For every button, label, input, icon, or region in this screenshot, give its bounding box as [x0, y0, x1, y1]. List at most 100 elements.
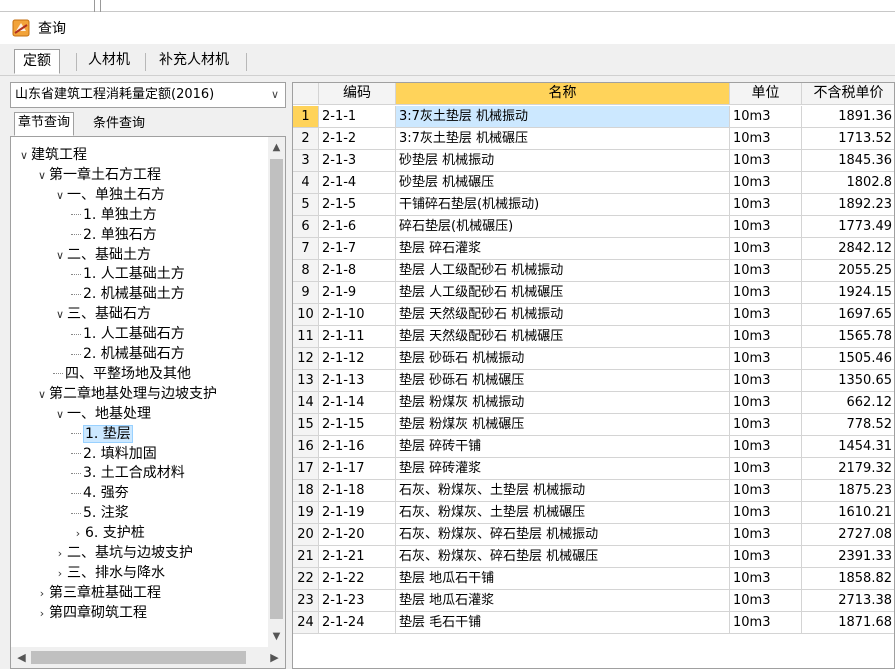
- unit-cell[interactable]: 10m3: [730, 370, 802, 392]
- unit-cell[interactable]: 10m3: [730, 150, 802, 172]
- tree-node[interactable]: 4. 强夯: [71, 483, 129, 503]
- name-cell[interactable]: 垫层 碎砖干铺: [396, 436, 730, 458]
- name-cell[interactable]: 垫层 粉煤灰 机械振动: [396, 392, 730, 414]
- table-row[interactable]: 5 2-1-5 干铺碎石垫层(机械振动) 10m3 1892.23: [293, 194, 894, 216]
- code-cell[interactable]: 2-1-8: [319, 260, 396, 282]
- table-row[interactable]: 19 2-1-19 石灰、粉煤灰、土垫层 机械碾压 10m3 1610.21: [293, 502, 894, 524]
- name-cell[interactable]: 3:7灰土垫层 机械振动: [396, 106, 730, 128]
- price-cell[interactable]: 1802.8: [802, 172, 894, 194]
- chapter-tree[interactable]: ∨ 建筑工程 ∨ 第一章土石方工程 ∨ 一、单独土石方 1. 单独土方 2. 单独石方 ∨ 二、基…: [10, 136, 286, 669]
- unit-cell[interactable]: 10m3: [730, 326, 802, 348]
- unit-cell[interactable]: 10m3: [730, 590, 802, 612]
- tree-node[interactable]: 2. 机械基础石方: [71, 344, 185, 364]
- unit-cell[interactable]: 10m3: [730, 128, 802, 150]
- price-cell[interactable]: 1350.65: [802, 370, 894, 392]
- code-cell[interactable]: 2-1-20: [319, 524, 396, 546]
- chevron-right-icon[interactable]: ›: [35, 604, 49, 624]
- table-row[interactable]: 13 2-1-13 垫层 砂砾石 机械碾压 10m3 1350.65: [293, 370, 894, 392]
- code-cell[interactable]: 2-1-22: [319, 568, 396, 590]
- tree-horizontal-scrollbar[interactable]: ◀ ▶: [11, 647, 285, 668]
- unit-cell[interactable]: 10m3: [730, 172, 802, 194]
- code-cell[interactable]: 2-1-12: [319, 348, 396, 370]
- price-cell[interactable]: 2713.38: [802, 590, 894, 612]
- table-row[interactable]: 22 2-1-22 垫层 地瓜石干铺 10m3 1858.82: [293, 568, 894, 590]
- scroll-thumb[interactable]: [270, 159, 283, 619]
- price-cell[interactable]: 1773.49: [802, 216, 894, 238]
- name-cell[interactable]: 垫层 人工级配砂石 机械振动: [396, 260, 730, 282]
- code-cell[interactable]: 2-1-6: [319, 216, 396, 238]
- unit-cell[interactable]: 10m3: [730, 238, 802, 260]
- unit-cell[interactable]: 10m3: [730, 194, 802, 216]
- price-cell[interactable]: 2842.12: [802, 238, 894, 260]
- tree-node[interactable]: 2. 机械基础土方: [71, 284, 185, 304]
- column-header[interactable]: 名称: [396, 83, 730, 105]
- unit-cell[interactable]: 10m3: [730, 480, 802, 502]
- chevron-right-icon[interactable]: ›: [35, 584, 49, 604]
- table-row[interactable]: 8 2-1-8 垫层 人工级配砂石 机械振动 10m3 2055.25: [293, 260, 894, 282]
- unit-cell[interactable]: 10m3: [730, 392, 802, 414]
- tab-quota[interactable]: 定额: [14, 49, 60, 74]
- table-row[interactable]: 1 2-1-1 3:7灰土垫层 机械振动 10m3 1891.36: [293, 106, 894, 128]
- chevron-down-icon[interactable]: ∨: [53, 405, 67, 425]
- price-cell[interactable]: 1858.82: [802, 568, 894, 590]
- price-cell[interactable]: 1697.65: [802, 304, 894, 326]
- tree-node[interactable]: ∨ 第一章土石方工程: [35, 165, 161, 185]
- name-cell[interactable]: 垫层 粉煤灰 机械碾压: [396, 414, 730, 436]
- chevron-right-icon[interactable]: ›: [71, 524, 85, 544]
- table-row[interactable]: 24 2-1-24 垫层 毛石干铺 10m3 1871.68: [293, 612, 894, 634]
- code-cell[interactable]: 2-1-3: [319, 150, 396, 172]
- unit-cell[interactable]: 10m3: [730, 282, 802, 304]
- table-row[interactable]: 7 2-1-7 垫层 碎石灌浆 10m3 2842.12: [293, 238, 894, 260]
- price-cell[interactable]: 1875.23: [802, 480, 894, 502]
- name-cell[interactable]: 垫层 砂砾石 机械振动: [396, 348, 730, 370]
- unit-cell[interactable]: 10m3: [730, 348, 802, 370]
- code-cell[interactable]: 2-1-11: [319, 326, 396, 348]
- table-row[interactable]: 4 2-1-4 砂垫层 机械碾压 10m3 1802.8: [293, 172, 894, 194]
- tree-vertical-scrollbar[interactable]: ▲ ▼: [268, 137, 285, 647]
- table-row[interactable]: 9 2-1-9 垫层 人工级配砂石 机械碾压 10m3 1924.15: [293, 282, 894, 304]
- tree-node[interactable]: ∨ 建筑工程: [17, 145, 87, 165]
- name-cell[interactable]: 垫层 天然级配砂石 机械碾压: [396, 326, 730, 348]
- tree-node[interactable]: 3. 土工合成材料: [71, 463, 185, 483]
- tab-labor-material-machine[interactable]: 人材机: [80, 49, 138, 74]
- chevron-down-icon[interactable]: ∨: [271, 83, 279, 107]
- table-row[interactable]: 17 2-1-17 垫层 碎砖灌浆 10m3 2179.32: [293, 458, 894, 480]
- tree-node[interactable]: › 二、基坑与边坡支护: [53, 543, 193, 563]
- code-cell[interactable]: 2-1-9: [319, 282, 396, 304]
- name-cell[interactable]: 垫层 地瓜石干铺: [396, 568, 730, 590]
- price-cell[interactable]: 1565.78: [802, 326, 894, 348]
- scroll-down-icon[interactable]: ▼: [268, 628, 285, 645]
- unit-cell[interactable]: 10m3: [730, 216, 802, 238]
- name-cell[interactable]: 石灰、粉煤灰、碎石垫层 机械碾压: [396, 546, 730, 568]
- price-cell[interactable]: 1713.52: [802, 128, 894, 150]
- chevron-down-icon[interactable]: ∨: [35, 385, 49, 405]
- price-cell[interactable]: 1871.68: [802, 612, 894, 634]
- name-cell[interactable]: 干铺碎石垫层(机械振动): [396, 194, 730, 216]
- name-cell[interactable]: 3:7灰土垫层 机械碾压: [396, 128, 730, 150]
- table-row[interactable]: 2 2-1-2 3:7灰土垫层 机械碾压 10m3 1713.52: [293, 128, 894, 150]
- table-row[interactable]: 14 2-1-14 垫层 粉煤灰 机械振动 10m3 662.12: [293, 392, 894, 414]
- code-cell[interactable]: 2-1-23: [319, 590, 396, 612]
- unit-cell[interactable]: 10m3: [730, 414, 802, 436]
- chevron-down-icon[interactable]: ∨: [53, 246, 67, 266]
- unit-cell[interactable]: 10m3: [730, 106, 802, 128]
- price-cell[interactable]: 778.52: [802, 414, 894, 436]
- code-cell[interactable]: 2-1-18: [319, 480, 396, 502]
- price-cell[interactable]: 2727.08: [802, 524, 894, 546]
- table-row[interactable]: 20 2-1-20 石灰、粉煤灰、碎石垫层 机械振动 10m3 2727.08: [293, 524, 894, 546]
- table-row[interactable]: 11 2-1-11 垫层 天然级配砂石 机械碾压 10m3 1565.78: [293, 326, 894, 348]
- quota-library-select[interactable]: 山东省建筑工程消耗量定额(2016) ∨: [10, 82, 286, 108]
- unit-cell[interactable]: 10m3: [730, 458, 802, 480]
- code-cell[interactable]: 2-1-21: [319, 546, 396, 568]
- tree-node[interactable]: ∨ 一、地基处理: [53, 404, 151, 424]
- unit-cell[interactable]: 10m3: [730, 546, 802, 568]
- price-cell[interactable]: 662.12: [802, 392, 894, 414]
- name-cell[interactable]: 垫层 碎砖灌浆: [396, 458, 730, 480]
- name-cell[interactable]: 石灰、粉煤灰、土垫层 机械振动: [396, 480, 730, 502]
- unit-cell[interactable]: 10m3: [730, 304, 802, 326]
- column-header[interactable]: 编码: [319, 83, 396, 105]
- price-cell[interactable]: 1891.36: [802, 106, 894, 128]
- code-cell[interactable]: 2-1-1: [319, 106, 396, 128]
- name-cell[interactable]: 垫层 天然级配砂石 机械振动: [396, 304, 730, 326]
- name-cell[interactable]: 砂垫层 机械碾压: [396, 172, 730, 194]
